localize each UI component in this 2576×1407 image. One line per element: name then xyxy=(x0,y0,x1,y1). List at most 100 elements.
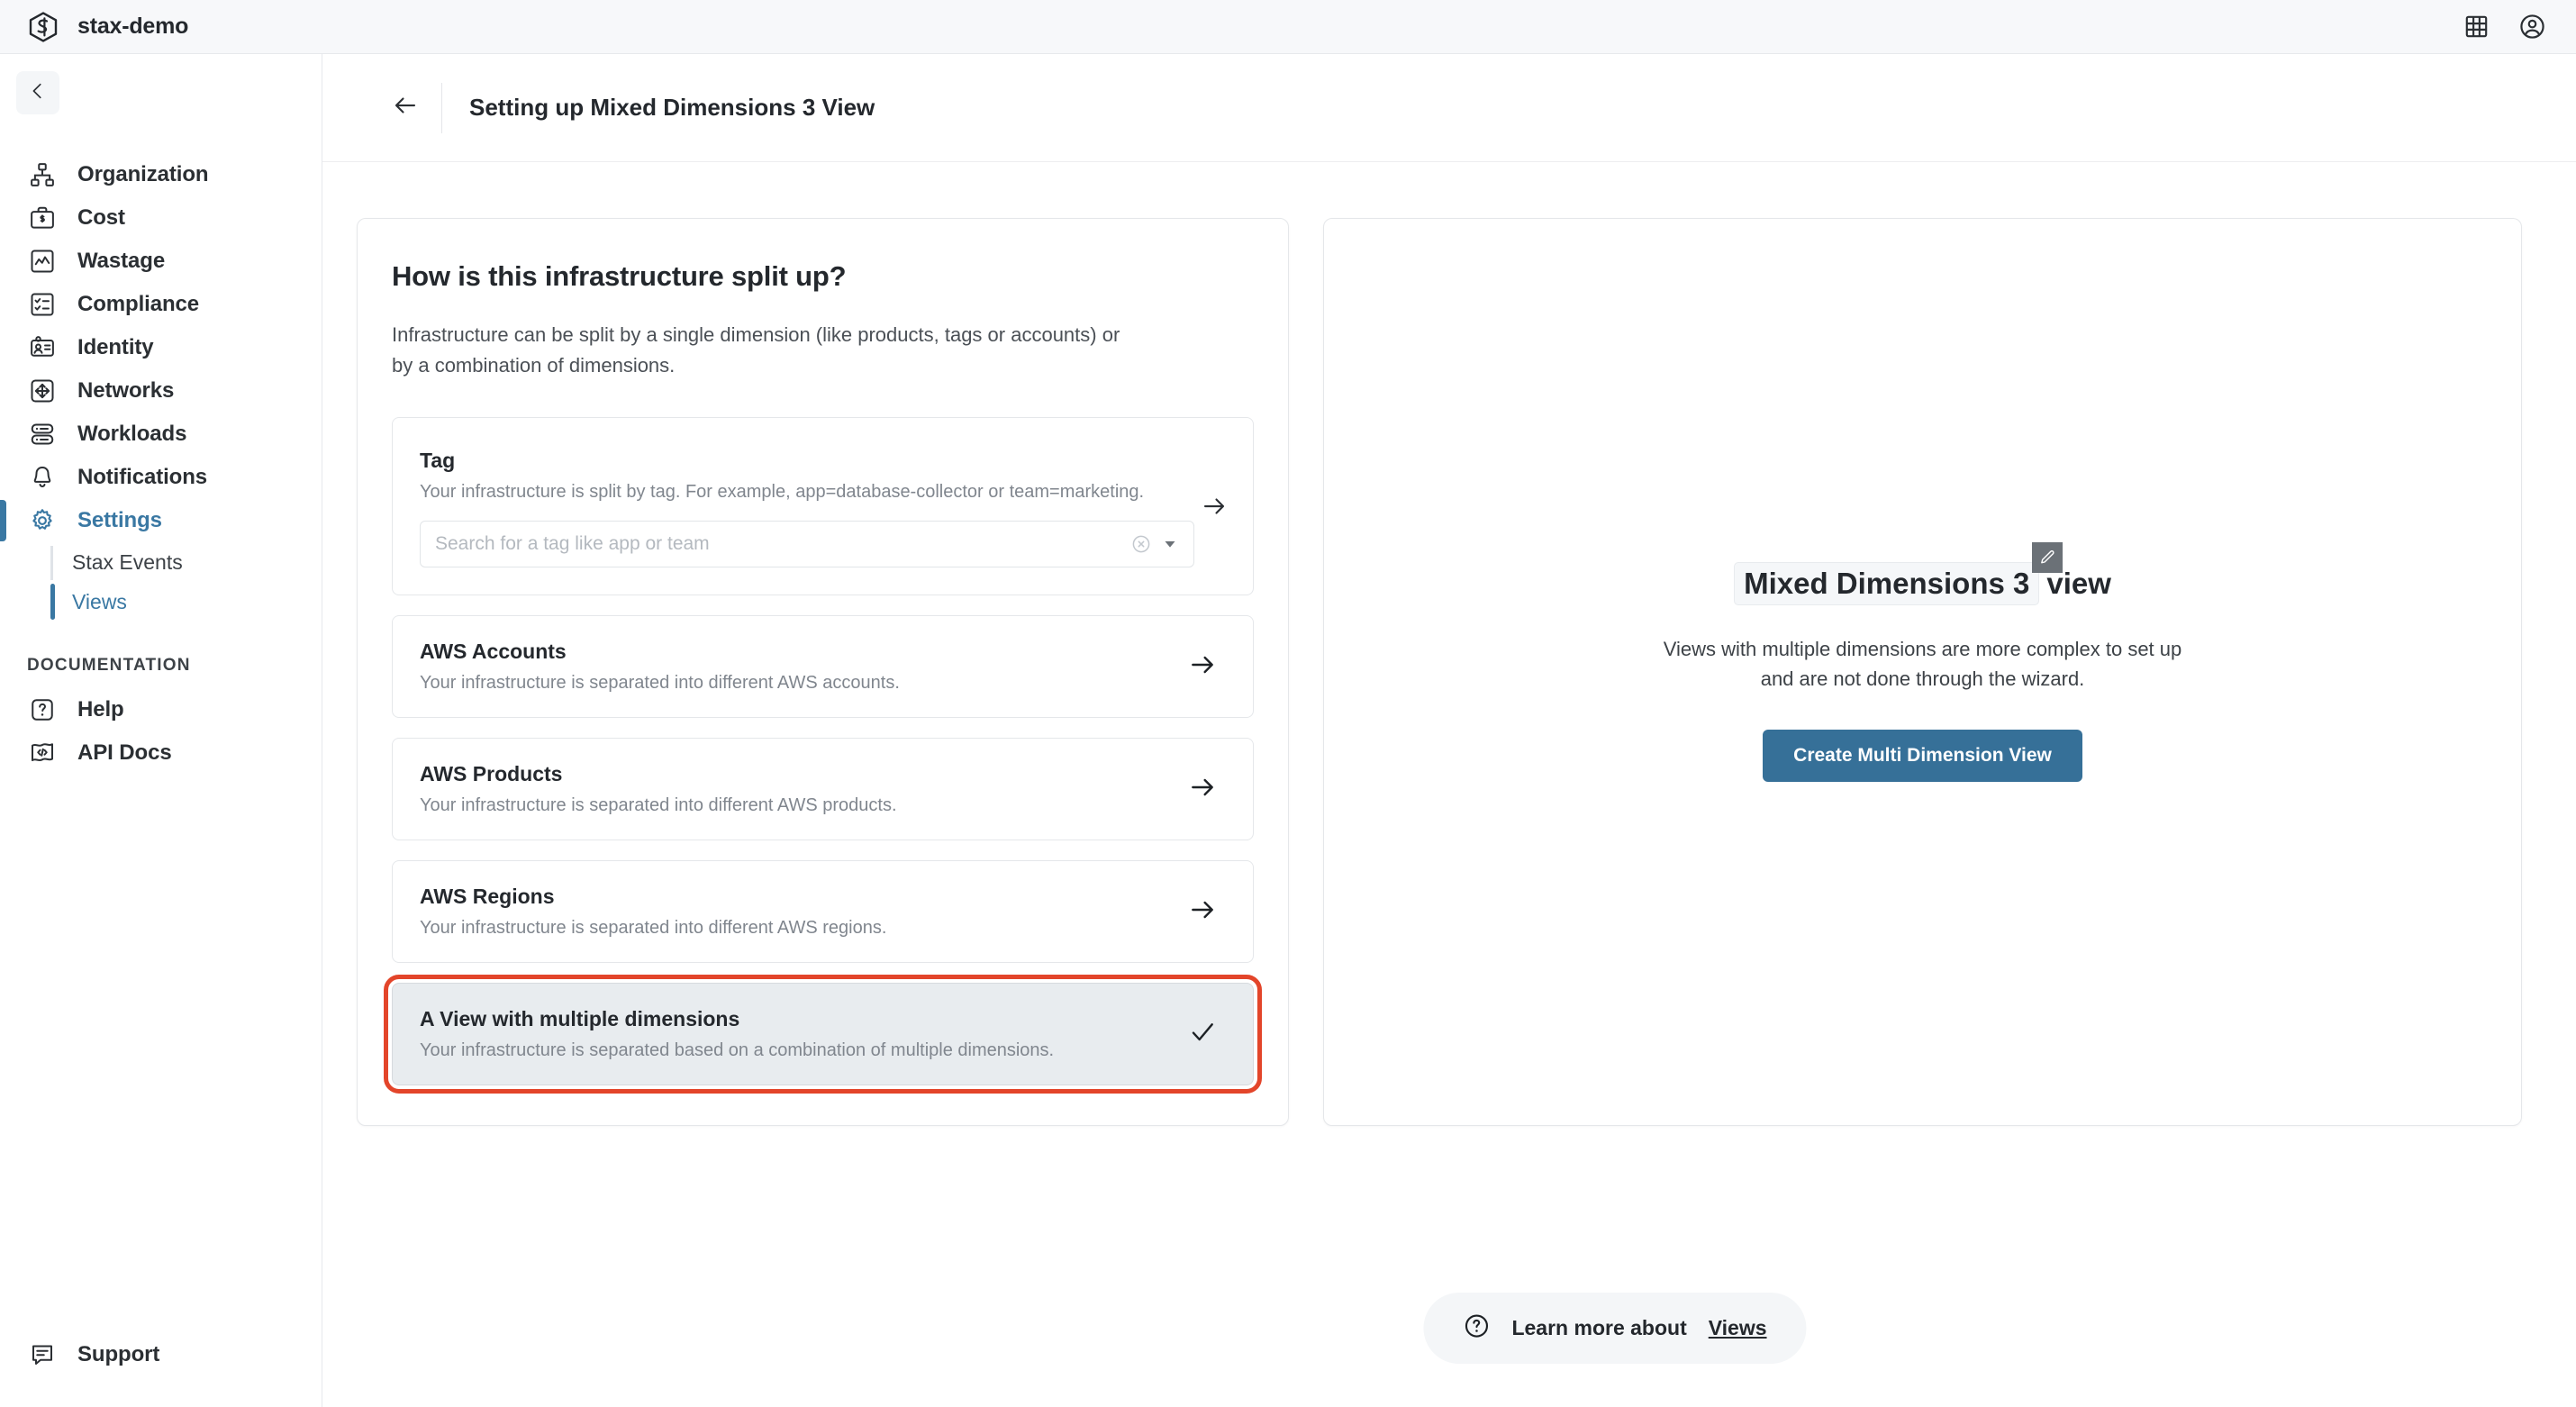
option-card-multiple-dimensions[interactable]: A View with multiple dimensions Your inf… xyxy=(384,975,1262,1094)
arrows-move-icon xyxy=(27,376,58,406)
arrow-left-icon xyxy=(392,92,419,123)
checklist-icon xyxy=(27,289,58,320)
option-card-body: AWS Regions Your infrastructure is separ… xyxy=(420,885,1183,939)
option-card-tag[interactable]: Tag Your infrastructure is split by tag.… xyxy=(392,417,1254,596)
option-card-aws-products[interactable]: AWS Products Your infrastructure is sepa… xyxy=(392,738,1254,841)
learn-more-pill[interactable]: Learn more about Views xyxy=(1423,1293,1807,1364)
sidebar-item-label: API Docs xyxy=(77,740,172,765)
learn-more-text: Learn more about xyxy=(1511,1316,1687,1339)
option-card-aws-regions[interactable]: AWS Regions Your infrastructure is separ… xyxy=(392,860,1254,964)
back-button[interactable] xyxy=(385,88,425,128)
sidebar-item-label: Help xyxy=(77,697,124,722)
header-divider xyxy=(441,82,442,133)
sidebar-item-api-docs[interactable]: API Docs xyxy=(0,731,322,775)
sidebar-item-organization[interactable]: Organization xyxy=(0,153,322,196)
sidebar-item-networks[interactable]: Networks xyxy=(0,369,322,413)
learn-more-link[interactable]: Views xyxy=(1709,1316,1767,1340)
sidebar-item-label: Support xyxy=(77,1342,160,1366)
sidebar-item-wastage[interactable]: Wastage xyxy=(0,240,322,283)
chevron-left-icon xyxy=(28,81,48,105)
sidebar-item-settings[interactable]: Settings xyxy=(0,499,322,542)
sidebar-subitem-label: Stax Events xyxy=(72,549,183,574)
option-title: Tag xyxy=(420,449,456,473)
sidebar-item-views[interactable]: Views xyxy=(50,582,322,622)
tag-search-field[interactable] xyxy=(420,521,1194,568)
option-arrow[interactable] xyxy=(1183,650,1222,684)
gear-icon xyxy=(27,505,58,536)
top-bar: stax-demo xyxy=(0,0,2576,54)
chart-line-icon xyxy=(27,246,58,277)
option-selected-indicator xyxy=(1183,1018,1222,1051)
grid-apps-icon[interactable] xyxy=(2461,12,2491,42)
arrow-right-icon xyxy=(1188,650,1217,684)
panel-description: Infrastructure can be split by a single … xyxy=(392,323,1120,377)
option-card-aws-accounts[interactable]: AWS Accounts Your infrastructure is sepa… xyxy=(392,615,1254,719)
org-chart-icon xyxy=(27,159,58,190)
sidebar-item-label: Wastage xyxy=(77,249,166,273)
check-icon xyxy=(1188,1018,1217,1051)
sidebar-item-workloads[interactable]: Workloads xyxy=(0,413,322,456)
option-arrow[interactable] xyxy=(1183,773,1222,806)
sidebar-footer: Support xyxy=(0,1333,322,1376)
sidebar-item-label: Networks xyxy=(77,378,175,403)
panels-container: How is this infrastructure split up? Inf… xyxy=(322,162,2576,1127)
option-arrow[interactable] xyxy=(1183,895,1222,929)
clear-circle-icon[interactable] xyxy=(1130,533,1152,555)
option-title: AWS Regions xyxy=(420,885,555,909)
brand-name: stax-demo xyxy=(77,14,189,39)
option-description: Your infrastructure is separated based o… xyxy=(420,1040,1055,1061)
option-card-body: AWS Products Your infrastructure is sepa… xyxy=(420,762,1183,816)
pencil-icon[interactable] xyxy=(2031,541,2063,573)
sidebar-item-cost[interactable]: Cost xyxy=(0,196,322,240)
option-description: Your infrastructure is separated into di… xyxy=(420,918,887,939)
sidebar: Organization Cost Wastage Compliance Ide… xyxy=(0,54,322,1407)
option-description: Your infrastructure is separated into di… xyxy=(420,673,900,694)
sidebar-item-compliance[interactable]: Compliance xyxy=(0,283,322,326)
split-options-panel: How is this infrastructure split up? Inf… xyxy=(357,218,1289,1127)
server-stack-icon xyxy=(27,419,58,449)
option-title: AWS Accounts xyxy=(420,640,567,664)
stax-hexagon-logo-icon xyxy=(29,11,58,42)
arrow-right-icon xyxy=(1201,493,1228,524)
view-preview-panel: Mixed Dimensions 3 view Views with multip… xyxy=(1323,218,2522,1126)
page-title: Setting up Mixed Dimensions 3 View xyxy=(469,94,875,121)
code-flag-icon xyxy=(27,738,58,768)
panel-heading: How is this infrastructure split up? xyxy=(392,260,847,292)
sidebar-item-help[interactable]: Help xyxy=(0,688,322,731)
sidebar-item-label: Notifications xyxy=(77,465,208,489)
arrow-right-icon xyxy=(1188,895,1217,929)
sidebar-subitem-label: Views xyxy=(72,589,127,613)
brand[interactable]: stax-demo xyxy=(0,11,189,42)
sidebar-item-label: Workloads xyxy=(77,422,187,446)
sidebar-item-label: Cost xyxy=(77,205,125,230)
create-multi-dimension-view-button[interactable]: Create Multi Dimension View xyxy=(1763,730,2082,783)
id-card-icon xyxy=(27,332,58,363)
option-card-body: A View with multiple dimensions Your inf… xyxy=(420,1007,1183,1061)
user-account-icon[interactable] xyxy=(2517,12,2547,42)
sidebar-item-label: Organization xyxy=(77,162,209,186)
page-header: Setting up Mixed Dimensions 3 View xyxy=(322,54,2576,162)
option-title: AWS Products xyxy=(420,762,563,786)
briefcase-dollar-icon xyxy=(27,203,58,233)
tag-search-input[interactable] xyxy=(435,533,1130,556)
sidebar-item-support[interactable]: Support xyxy=(0,1333,322,1376)
sidebar-section-documentation: DOCUMENTATION xyxy=(27,656,191,675)
question-box-icon xyxy=(27,694,58,725)
option-arrow[interactable] xyxy=(1194,449,1234,567)
view-title-row: Mixed Dimensions 3 view xyxy=(1734,541,2111,605)
option-card-body: Tag Your infrastructure is split by tag.… xyxy=(420,449,1194,568)
view-name-editable[interactable]: Mixed Dimensions 3 xyxy=(1734,561,2040,605)
sidebar-item-notifications[interactable]: Notifications xyxy=(0,456,322,499)
main-content: Setting up Mixed Dimensions 3 View How i… xyxy=(322,54,2576,1407)
option-card-body: AWS Accounts Your infrastructure is sepa… xyxy=(420,640,1183,694)
sidebar-collapse-button[interactable] xyxy=(16,71,59,114)
sidebar-item-stax-events[interactable]: Stax Events xyxy=(72,542,322,582)
arrow-right-icon xyxy=(1188,773,1217,806)
sidebar-item-label: Settings xyxy=(77,508,162,532)
sidebar-nav: Organization Cost Wastage Compliance Ide… xyxy=(0,153,322,775)
sidebar-item-label: Identity xyxy=(77,335,154,359)
option-description: Your infrastructure is separated into di… xyxy=(420,795,897,816)
option-title: A View with multiple dimensions xyxy=(420,1007,740,1031)
chevron-down-icon[interactable] xyxy=(1161,535,1179,553)
sidebar-item-identity[interactable]: Identity xyxy=(0,326,322,369)
